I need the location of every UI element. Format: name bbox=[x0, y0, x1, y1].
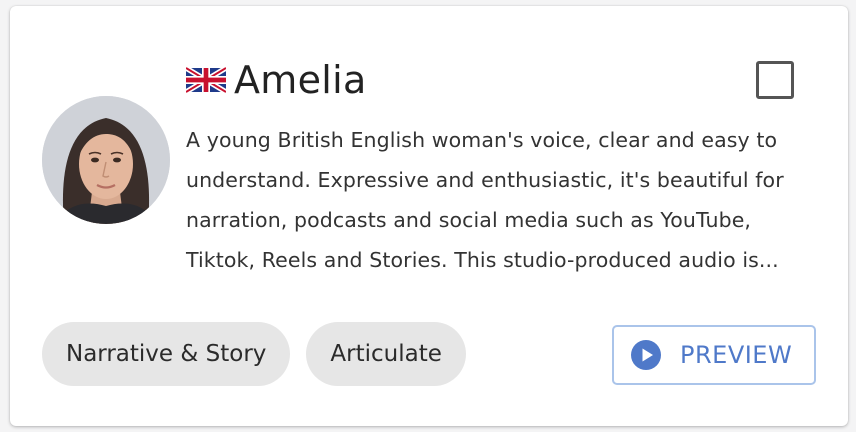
voice-description: A young British English woman's voice, c… bbox=[186, 128, 784, 272]
preview-button-label: PREVIEW bbox=[680, 341, 793, 369]
voice-card: Amelia A young British English woman's v… bbox=[10, 6, 848, 426]
tag-list: Narrative & Story Articulate bbox=[42, 322, 466, 386]
voice-title: Amelia bbox=[186, 56, 367, 104]
voice-name: Amelia bbox=[234, 58, 367, 102]
tag-chip-narrative-story[interactable]: Narrative & Story bbox=[42, 322, 291, 386]
select-checkbox[interactable] bbox=[756, 61, 794, 99]
preview-button[interactable]: PREVIEW bbox=[612, 325, 816, 385]
uk-flag-icon bbox=[186, 66, 226, 94]
avatar bbox=[42, 96, 170, 224]
avatar-image bbox=[42, 96, 170, 224]
play-icon bbox=[631, 340, 661, 370]
tag-chip-articulate[interactable]: Articulate bbox=[306, 322, 466, 386]
